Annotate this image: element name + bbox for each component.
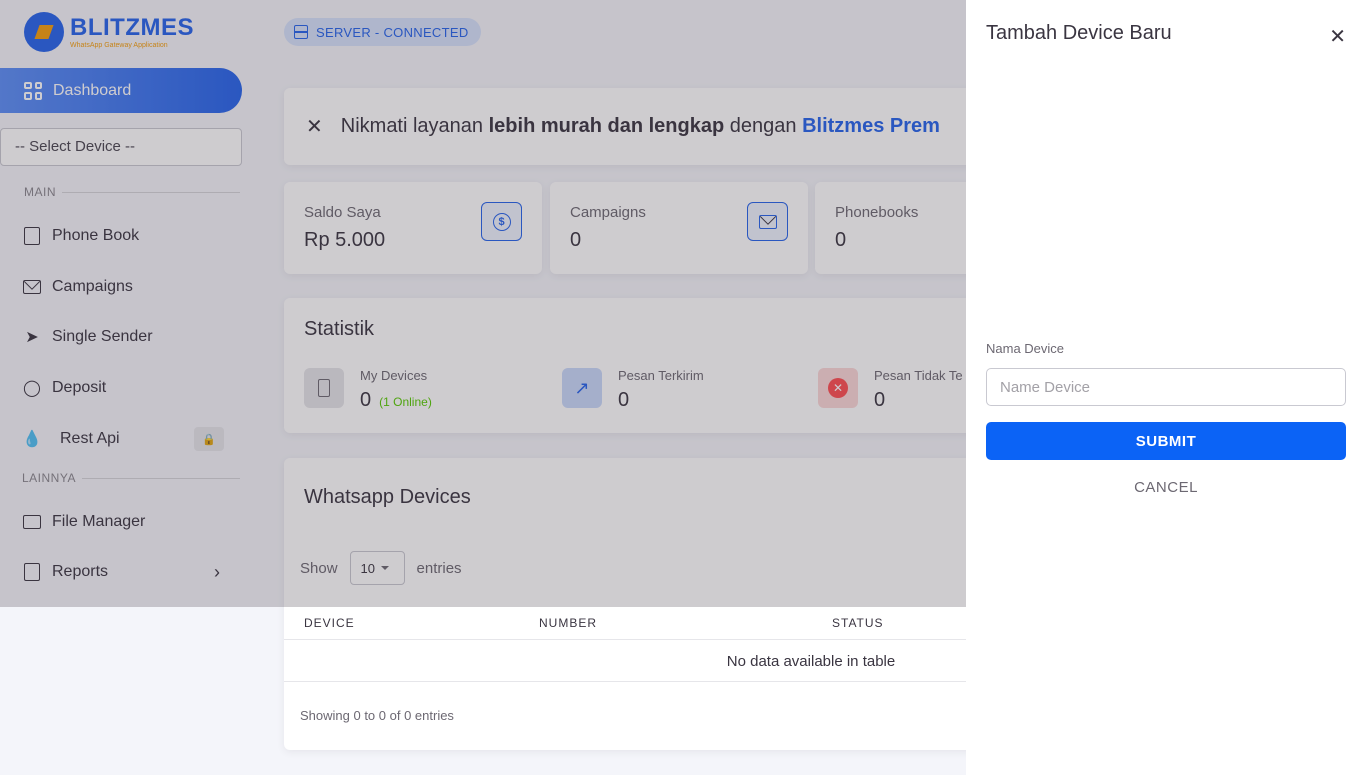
add-device-drawer: Tambah Device Baru ✕ Nama Device SUBMIT … <box>966 0 1366 775</box>
device-name-label: Nama Device <box>986 341 1065 356</box>
column-status[interactable]: STATUS <box>832 616 884 630</box>
column-number[interactable]: NUMBER <box>539 616 597 630</box>
submit-button[interactable]: SUBMIT <box>986 422 1346 460</box>
modal-backdrop[interactable] <box>0 0 966 607</box>
table-info: Showing 0 to 0 of 0 entries <box>300 708 454 723</box>
column-device[interactable]: DEVICE <box>304 616 355 630</box>
cancel-button[interactable]: CANCEL <box>986 474 1346 500</box>
drawer-title: Tambah Device Baru <box>986 22 1172 44</box>
close-icon[interactable]: ✕ <box>1329 24 1346 49</box>
device-name-input[interactable] <box>986 368 1346 406</box>
